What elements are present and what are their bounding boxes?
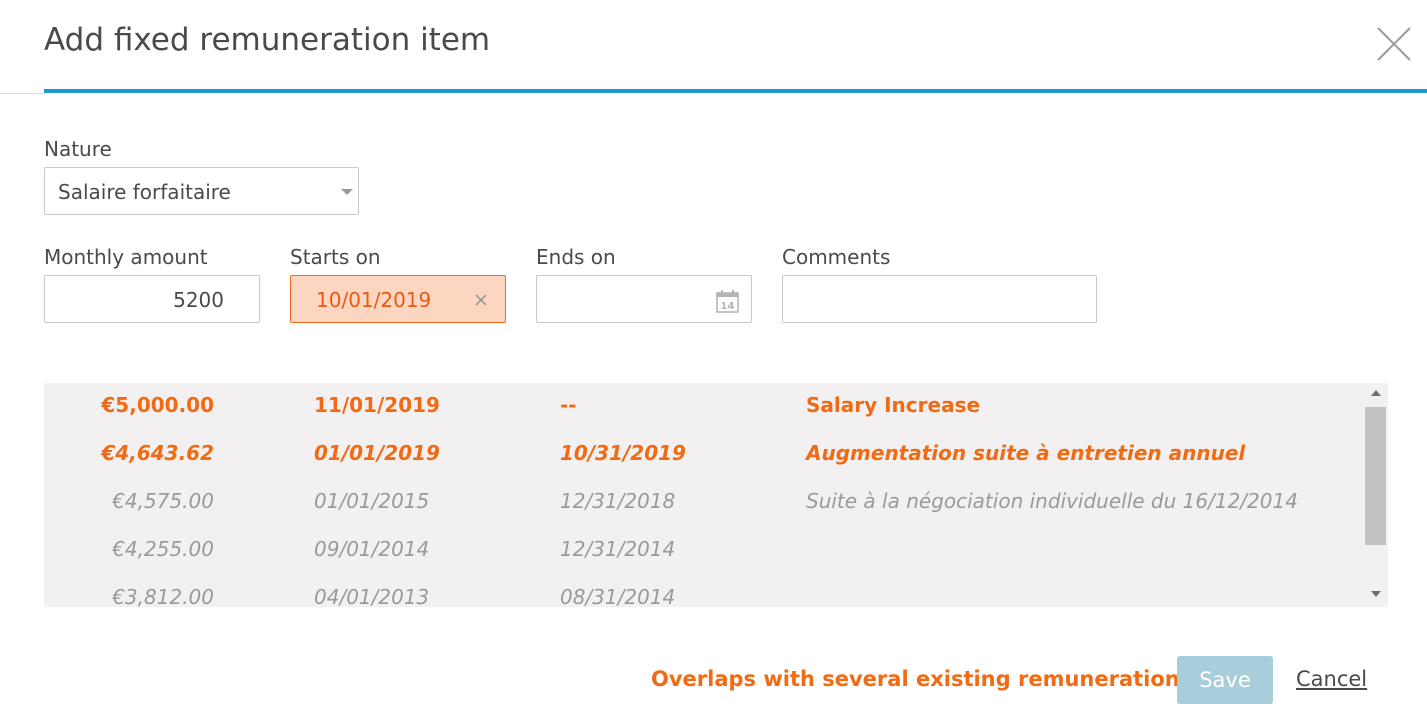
nature-label: Nature: [44, 137, 112, 161]
row-amount: €4,643.62: [101, 441, 214, 465]
row-end: 08/31/2014: [560, 585, 676, 607]
row-end: --: [560, 393, 577, 417]
save-button[interactable]: Save: [1177, 656, 1273, 704]
table-row: €5,000.00 11/01/2019 -- Salary Increase: [44, 383, 1364, 431]
row-amount: €3,812.00: [112, 585, 214, 607]
remuneration-history-table: €5,000.00 11/01/2019 -- Salary Increase …: [44, 383, 1388, 607]
header-left-rule: [0, 93, 44, 94]
row-amount: €4,255.00: [112, 537, 214, 561]
comments-label: Comments: [782, 245, 891, 269]
row-end: 12/31/2014: [560, 537, 676, 561]
scroll-down-icon[interactable]: [1371, 591, 1381, 597]
monthly-amount-label: Monthly amount: [44, 245, 208, 269]
table-row: €4,643.62 01/01/2019 10/31/2019 Augmenta…: [44, 431, 1364, 479]
row-end: 12/31/2018: [560, 489, 676, 513]
row-amount: €4,575.00: [112, 489, 214, 513]
table-row: €4,255.00 09/01/2014 12/31/2014: [44, 527, 1364, 575]
row-comment: Salary Increase: [806, 393, 981, 417]
dialog-title: Add fixed remuneration item: [44, 22, 491, 58]
starts-on-input[interactable]: 10/01/2019: [290, 275, 506, 323]
comments-input[interactable]: [782, 275, 1097, 323]
table-row: €3,812.00 04/01/2013 08/31/2014: [44, 575, 1364, 607]
row-start: 04/01/2013: [314, 585, 430, 607]
ends-on-label: Ends on: [536, 245, 616, 269]
chevron-down-icon: [341, 189, 353, 195]
nature-select[interactable]: Salaire forfaitaire: [44, 167, 359, 215]
scrollbar-thumb[interactable]: [1365, 407, 1386, 545]
starts-on-value: 10/01/2019: [316, 288, 432, 312]
clear-icon[interactable]: [472, 290, 490, 308]
row-start: 01/01/2015: [314, 489, 430, 513]
monthly-amount-input[interactable]: 5200: [44, 275, 260, 323]
ends-on-input[interactable]: 14: [536, 275, 752, 323]
row-end: 10/31/2019: [560, 441, 686, 465]
starts-on-label: Starts on: [290, 245, 381, 269]
row-start: 11/01/2019: [314, 393, 440, 417]
row-comment: Augmentation suite à entretien annuel: [806, 441, 1246, 465]
table-row: €4,575.00 01/01/2015 12/31/2018 Suite à …: [44, 479, 1364, 527]
overlap-warning: Overlaps with several existing remunerat…: [651, 667, 1234, 691]
calendar-icon[interactable]: 14: [715, 288, 741, 314]
svg-text:14: 14: [721, 301, 735, 312]
row-amount: €5,000.00: [101, 393, 214, 417]
header-accent-rule: [44, 89, 1427, 93]
row-start: 09/01/2014: [314, 537, 430, 561]
monthly-amount-value: 5200: [173, 288, 224, 312]
cancel-button[interactable]: Cancel: [1296, 667, 1367, 691]
nature-value: Salaire forfaitaire: [58, 180, 231, 204]
scroll-up-icon[interactable]: [1371, 390, 1381, 396]
row-comment: Suite à la négociation individuelle du 1…: [806, 489, 1298, 513]
close-icon[interactable]: [1376, 26, 1412, 62]
row-start: 01/01/2019: [314, 441, 440, 465]
